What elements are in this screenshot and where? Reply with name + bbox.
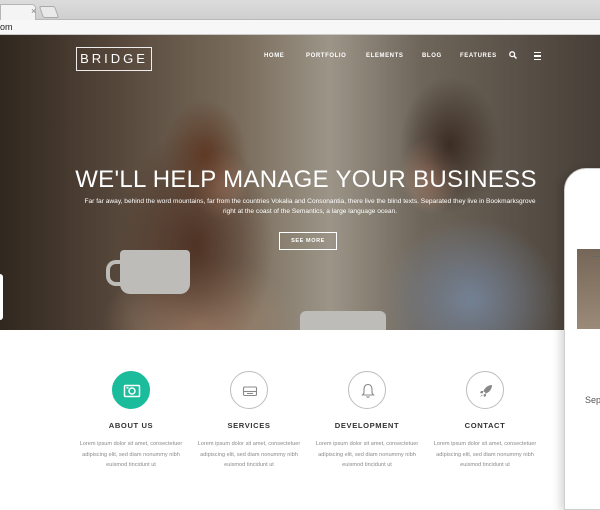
feature-text: Lorem ipsum dolor sit amet, consectetuer… (79, 441, 183, 468)
menu-icon[interactable] (534, 52, 541, 60)
browser-tab-bar: × (0, 0, 600, 20)
search-icon[interactable] (509, 51, 517, 59)
feature-icon-circle[interactable] (466, 371, 504, 409)
inbox-icon (242, 386, 258, 397)
hero-section: BRIDGE HOME PORTFOLIO ELEMENTS BLOG FEAT… (0, 35, 600, 330)
feature-title: SERVICES (227, 421, 271, 430)
feature-title: ABOUT US (108, 421, 154, 430)
feature-text: Lorem ipsum dolor sit amet, consectetuer… (433, 441, 537, 468)
hero-headline: WE'LL HELP MANAGE YOUR BUSINESS (75, 166, 537, 193)
feature-icon-circle[interactable] (348, 371, 386, 409)
nav-elements[interactable]: ELEMENTS (366, 52, 403, 60)
feature-text: Lorem ipsum dolor sit amet, consectetuer… (315, 441, 419, 468)
see-more-button[interactable]: SEE MORE (279, 232, 337, 250)
hero-subtext: Far far away, behind the word mountains,… (84, 198, 536, 215)
close-tab-icon[interactable]: × (31, 7, 36, 16)
image-icon (123, 384, 141, 398)
address-bar-url: om (0, 22, 13, 32)
phone-partial-text: Sep (585, 395, 600, 405)
new-tab-button[interactable] (38, 6, 60, 18)
rocket-icon (480, 385, 492, 397)
phone-menu-icon (593, 250, 600, 257)
bell-icon (361, 383, 375, 398)
nav-home[interactable]: HOME (264, 52, 284, 60)
address-bar[interactable]: om (0, 20, 600, 35)
phone-mockup: Sep (564, 168, 600, 510)
phone-header (577, 227, 600, 249)
nav-portfolio[interactable]: PORTFOLIO (306, 52, 346, 60)
device-edge (0, 274, 3, 320)
nav-blog[interactable]: BLOG (422, 52, 442, 60)
feature-text: Lorem ipsum dolor sit amet, consectetuer… (197, 441, 301, 468)
site-logo[interactable]: BRIDGE (76, 47, 152, 71)
feature-icon-circle[interactable] (230, 371, 268, 409)
nav-features[interactable]: FEATURES (460, 52, 497, 60)
feature-icon-circle[interactable] (112, 371, 150, 409)
feature-title: CONTACT (464, 421, 506, 430)
feature-title: DEVELOPMENT (334, 421, 400, 430)
